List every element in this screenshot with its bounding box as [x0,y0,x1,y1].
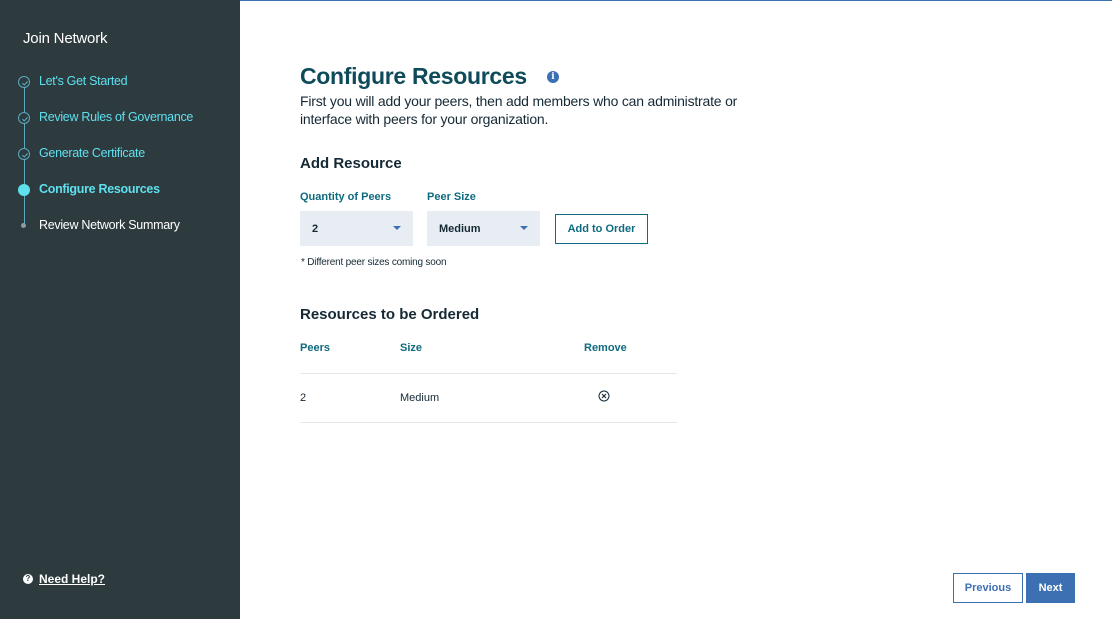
previous-button[interactable]: Previous [953,573,1023,603]
column-header-size: Size [400,342,423,354]
step-review-rules-of-governance[interactable]: Review Rules of Governance [0,106,240,130]
check-icon [18,148,30,160]
step-label: Generate Certificate [39,146,145,160]
sidebar: Join Network Let's Get Started Review Ru… [0,0,240,619]
quantity-of-peers-label: Quantity of Peers [300,191,392,203]
step-lets-get-started[interactable]: Let's Get Started [0,70,240,94]
step-generate-certificate[interactable]: Generate Certificate [0,142,240,166]
peer-size-select[interactable]: Medium [427,211,540,246]
check-icon [18,76,30,88]
quantity-of-peers-select[interactable]: 2 [300,211,413,246]
table-divider [300,373,677,374]
chevron-down-icon [393,226,401,230]
need-help-label: Need Help? [39,572,106,586]
top-border [240,0,1112,1]
peer-size-value: Medium [439,223,481,235]
sidebar-title: Join Network [23,30,108,47]
active-step-dot-icon [18,184,30,196]
step-label: Configure Resources [39,182,160,196]
peer-size-note: * Different peer sizes coming soon [301,257,447,268]
page-title: Configure Resources [300,63,527,89]
next-button[interactable]: Next [1026,573,1075,603]
chevron-down-icon [520,226,528,230]
step-label: Review Rules of Governance [39,110,194,124]
info-icon[interactable]: i [547,71,559,83]
resources-to-be-ordered-heading: Resources to be Ordered [300,306,480,323]
cell-peers: 2 [300,392,307,404]
close-circle-icon[interactable] [598,390,610,402]
add-resource-heading: Add Resource [300,155,402,172]
step-label: Review Network Summary [39,218,180,232]
question-icon: ? [23,574,33,584]
page-description: First you will add your peers, then add … [300,93,738,127]
cell-size: Medium [400,392,440,404]
quantity-of-peers-value: 2 [312,223,319,235]
peer-size-label: Peer Size [427,191,476,203]
column-header-peers: Peers [300,342,330,354]
pending-step-dot-icon [21,223,26,228]
step-configure-resources[interactable]: Configure Resources [0,178,240,202]
step-label: Let's Get Started [39,74,128,88]
step-review-network-summary[interactable]: Review Network Summary [0,214,240,238]
check-icon [18,112,30,124]
column-header-remove: Remove [584,342,627,354]
table-divider [300,422,677,423]
add-to-order-button[interactable]: Add to Order [555,214,648,244]
